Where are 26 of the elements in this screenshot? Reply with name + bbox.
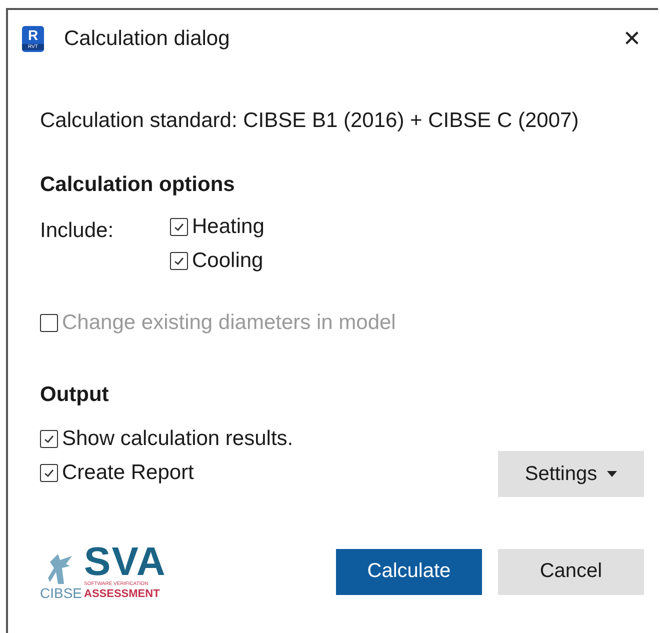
checkbox-label: Heating xyxy=(192,215,264,239)
checkbox[interactable] xyxy=(40,430,58,448)
check-mark-icon xyxy=(173,255,185,267)
window-title: Calculation dialog xyxy=(64,27,230,51)
checkbox-label: Show calculation results. xyxy=(62,427,294,451)
checkbox-label: Cooling xyxy=(192,249,264,273)
checkbox[interactable] xyxy=(170,218,188,236)
logo-mark-text: SVA xyxy=(84,543,166,581)
calculate-button[interactable]: Calculate xyxy=(336,548,482,594)
cancel-button[interactable]: Cancel xyxy=(498,548,644,594)
check-mark-icon xyxy=(43,467,55,479)
include-label: Include: xyxy=(40,218,115,244)
check-mark-icon xyxy=(43,433,55,445)
logo-subtitle: ASSESSMENT xyxy=(84,588,161,600)
settings-button[interactable]: Settings xyxy=(498,451,644,497)
section-heading: Calculation options xyxy=(40,173,236,197)
checkbox-label: Change existing diameters in model xyxy=(62,311,396,335)
caret-icon xyxy=(607,471,618,477)
checkbox-label: Create Report xyxy=(62,461,194,485)
section-heading: Output xyxy=(40,383,110,407)
checkbox[interactable] xyxy=(170,252,188,270)
checkbox[interactable] xyxy=(40,464,58,482)
logo-org-text: CIBSE xyxy=(40,586,82,600)
calculation-standard-text: Calculation standard: CIBSE B1 (2016) + CIBSE C (2007) xyxy=(40,109,580,133)
check-mark-icon xyxy=(173,221,185,233)
close-button[interactable]: ✕ xyxy=(612,19,652,59)
